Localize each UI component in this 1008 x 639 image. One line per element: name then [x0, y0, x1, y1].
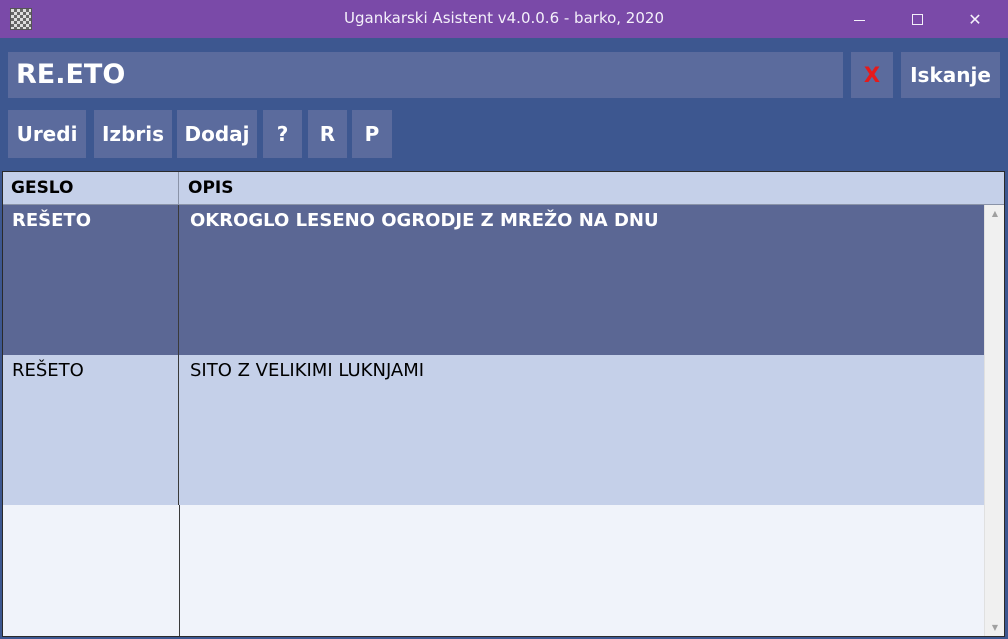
main-panel: RE.ETO X Iskanje Uredi Izbris Dodaj ? R … [0, 38, 1008, 639]
clear-button[interactable]: X [851, 52, 893, 98]
maximize-icon [911, 13, 923, 25]
scroll-down-icon[interactable]: ▼ [985, 619, 1005, 636]
maximize-button[interactable] [888, 0, 946, 38]
results-grid: GESLO OPIS REŠETO OKROGLO LESENO OGRODJE… [2, 171, 1005, 637]
table-row[interactable]: REŠETO SITO Z VELIKIMI LUKNJAMI [3, 355, 984, 505]
scroll-up-icon[interactable]: ▲ [985, 205, 1005, 222]
column-header-opis[interactable]: OPIS [179, 172, 1004, 204]
cell-geslo[interactable]: REŠETO [3, 205, 179, 355]
grid-header: GESLO OPIS [3, 172, 1004, 205]
column-divider [179, 505, 180, 636]
cell-opis[interactable]: OKROGLO LESENO OGRODJE Z MREŽO NA DNU [179, 205, 984, 355]
add-button[interactable]: Dodaj [177, 110, 257, 158]
vertical-scrollbar[interactable]: ▲ ▼ [984, 205, 1004, 636]
edit-button[interactable]: Uredi [8, 110, 86, 158]
search-button[interactable]: Iskanje [901, 52, 1000, 98]
column-header-geslo[interactable]: GESLO [3, 172, 179, 204]
close-icon: ✕ [968, 9, 982, 29]
search-input[interactable]: RE.ETO [8, 52, 843, 98]
help-button[interactable]: ? [263, 110, 302, 158]
p-button[interactable]: P [352, 110, 392, 158]
cell-geslo[interactable]: REŠETO [3, 355, 179, 505]
cell-opis[interactable]: SITO Z VELIKIMI LUKNJAMI [179, 355, 984, 505]
table-row[interactable]: REŠETO OKROGLO LESENO OGRODJE Z MREŽO NA… [3, 205, 984, 355]
close-button[interactable]: ✕ [946, 0, 1004, 38]
minimize-icon [853, 19, 865, 21]
title-bar: Ugankarski Asistent v4.0.0.6 - barko, 20… [0, 0, 1008, 38]
r-button[interactable]: R [308, 110, 347, 158]
minimize-button[interactable] [830, 0, 888, 38]
delete-button[interactable]: Izbris [94, 110, 172, 158]
